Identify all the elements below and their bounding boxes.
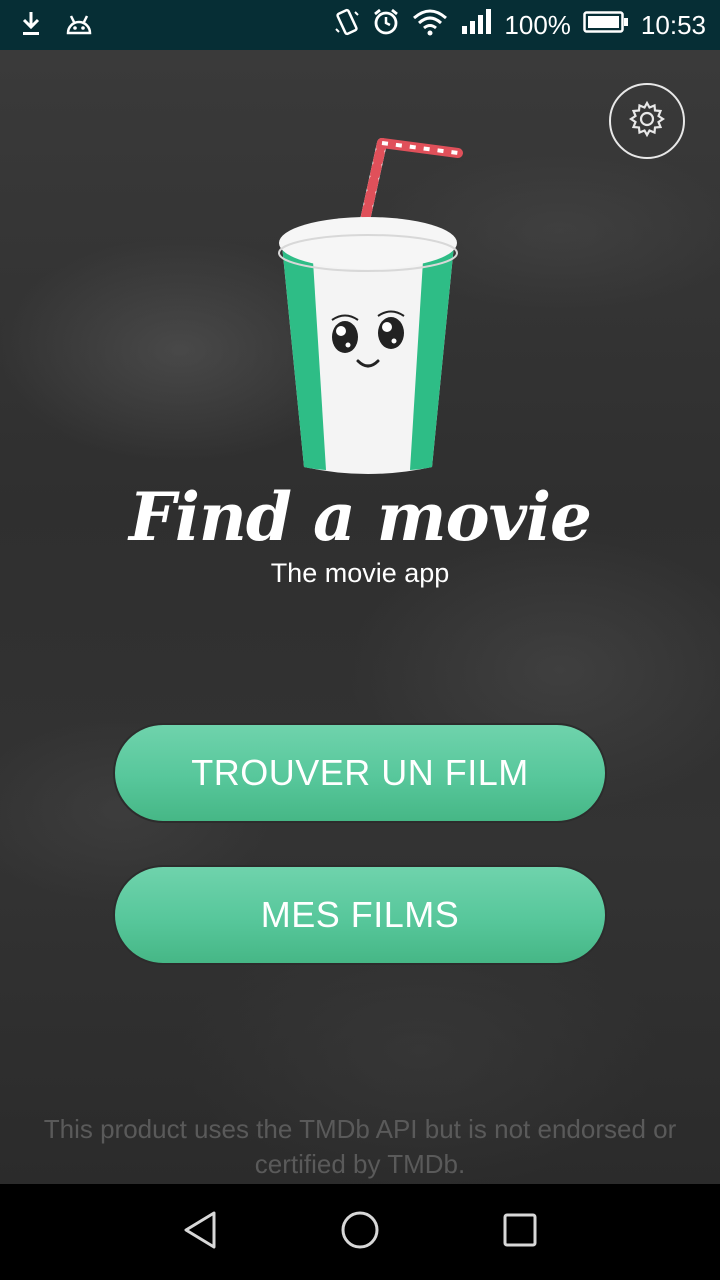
android-icon <box>64 11 94 42</box>
download-icon <box>20 10 42 43</box>
app-screen: 100% 10:53 Find a movie The movie app TR… <box>0 0 720 1280</box>
battery-icon <box>583 10 629 41</box>
find-movie-button[interactable]: TROUVER UN FILM <box>113 723 607 823</box>
settings-button[interactable] <box>609 83 685 159</box>
recents-icon <box>502 1212 538 1253</box>
clock: 10:53 <box>640 9 706 40</box>
navigation-bar <box>0 1184 720 1280</box>
gear-icon <box>627 99 667 144</box>
tmdb-disclaimer: This product uses the TMDb API but is no… <box>43 1114 677 1179</box>
wifi-icon <box>412 8 448 43</box>
my-movies-button[interactable]: MES FILMS <box>113 865 607 965</box>
logo-subtitle: The movie app <box>270 558 450 588</box>
home-icon <box>340 1210 380 1255</box>
back-button[interactable] <box>176 1208 224 1256</box>
logo-title: Find a movie <box>128 478 592 556</box>
alarm-icon <box>372 7 400 44</box>
back-icon <box>182 1210 218 1255</box>
recents-button[interactable] <box>496 1208 544 1256</box>
signal-icon <box>460 8 492 43</box>
battery-percent: 100% <box>504 9 571 40</box>
home-button[interactable] <box>336 1208 384 1256</box>
vibrate-icon <box>334 7 360 44</box>
app-logo <box>260 125 480 495</box>
status-bar: 100% 10:53 <box>0 0 720 50</box>
